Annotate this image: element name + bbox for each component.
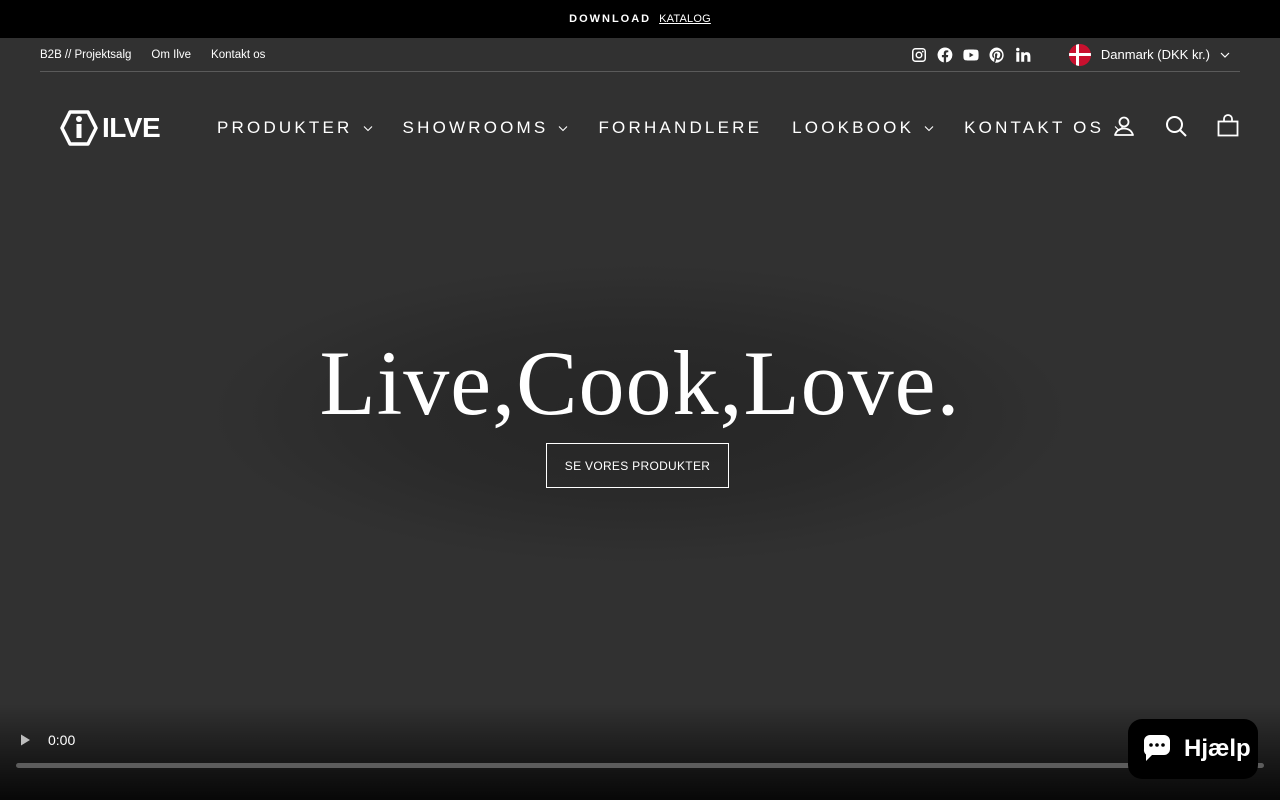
- cart-icon[interactable]: [1216, 114, 1240, 138]
- video-time: 0:00: [48, 732, 76, 748]
- utility-right: Danmark (DKK kr.): [911, 43, 1240, 66]
- nav-item-forhandlere[interactable]: FORHANDLERE: [598, 118, 762, 138]
- chevron-down-icon: [363, 125, 372, 131]
- country-selector[interactable]: Danmark (DKK kr.): [1068, 43, 1230, 66]
- search-icon[interactable]: [1164, 114, 1188, 138]
- social-links: [911, 46, 1031, 63]
- utility-links: B2B // Projektsalg Om Ilve Kontakt os: [40, 49, 265, 61]
- nav-item-lookbook[interactable]: LOOKBOOK: [792, 118, 934, 138]
- nav-label: SHOWROOMS: [402, 118, 549, 137]
- about-link[interactable]: Om Ilve: [151, 49, 191, 61]
- linkedin-icon[interactable]: [1015, 47, 1031, 63]
- header-icons: [1112, 114, 1240, 138]
- announcement-bar: DOWNLOAD KATALOG: [0, 0, 1280, 38]
- country-label: Danmark (DKK kr.): [1100, 47, 1210, 62]
- chevron-down-icon: [1220, 52, 1230, 58]
- logo-text: ILVE: [102, 112, 161, 143]
- hero-video: Live,Cook,Love. SE VORES PRODUKTER: [0, 184, 1280, 704]
- video-progress-bar[interactable]: [16, 763, 1264, 768]
- contact-link[interactable]: Kontakt os: [211, 49, 265, 61]
- account-icon[interactable]: [1112, 114, 1136, 138]
- b2b-link[interactable]: B2B // Projektsalg: [40, 49, 131, 61]
- main-nav: PRODUKTER SHOWROOMS FORHANDLERE LOOKBOOK…: [217, 118, 1124, 138]
- youtube-icon[interactable]: [963, 47, 979, 63]
- utility-bar: B2B // Projektsalg Om Ilve Kontakt os Da…: [40, 38, 1240, 72]
- nav-label: KONTAKT OS: [964, 118, 1105, 137]
- chat-label: Hjælp: [1184, 735, 1251, 762]
- help-chat-button[interactable]: Hjælp: [1128, 719, 1258, 779]
- catalog-link[interactable]: KATALOG: [659, 13, 711, 25]
- chevron-down-icon: [559, 125, 568, 131]
- chevron-down-icon: [924, 125, 934, 131]
- nav-label: FORHANDLERE: [598, 118, 763, 137]
- denmark-flag-icon: [1068, 43, 1091, 66]
- nav-label: LOOKBOOK: [792, 118, 915, 137]
- chat-icon: [1143, 735, 1170, 761]
- hero-title: Live,Cook,Love.: [319, 332, 961, 434]
- facebook-icon[interactable]: [937, 47, 953, 63]
- nav-item-produkter[interactable]: PRODUKTER: [217, 118, 373, 138]
- see-products-button[interactable]: SE VORES PRODUKTER: [546, 443, 729, 488]
- pinterest-icon[interactable]: [989, 46, 1005, 63]
- nav-item-showrooms[interactable]: SHOWROOMS: [403, 118, 569, 138]
- logo-mark-icon: [60, 110, 98, 146]
- instagram-icon[interactable]: [911, 47, 927, 63]
- video-controls: 0:00: [0, 704, 1280, 800]
- ilve-logo[interactable]: ILVE: [60, 110, 161, 146]
- play-icon[interactable]: [18, 733, 32, 752]
- nav-label: PRODUKTER: [217, 118, 353, 137]
- site-header: ILVE PRODUKTER SHOWROOMS FORHANDLERE LOO…: [0, 72, 1280, 184]
- announcement-text: DOWNLOAD: [569, 13, 652, 25]
- nav-item-kontakt-os[interactable]: KONTAKT OS: [964, 118, 1124, 138]
